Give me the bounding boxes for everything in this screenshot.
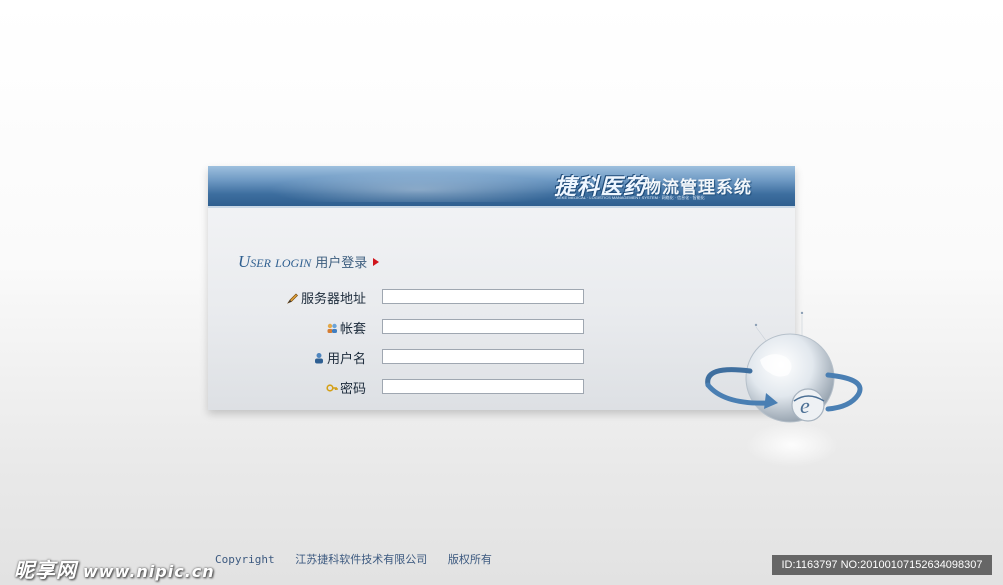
password-row: 密码 [208, 378, 608, 397]
banner-tagline: JIEKE MEDICAL · LOGISTICS MANAGEMENT SYS… [556, 195, 705, 200]
account-set-row: 帐套 [208, 318, 608, 337]
users-icon [327, 323, 337, 333]
server-address-row: 服务器地址 [208, 288, 608, 307]
watermark-url: www.nipic.cn [83, 562, 215, 581]
username-label-text: 用户名 [326, 352, 366, 367]
server-address-input[interactable] [382, 289, 584, 304]
site-watermark: 昵享网 www.nipic.cn [14, 554, 215, 583]
password-label-text: 密码 [339, 382, 366, 397]
server-address-label: 服务器地址 [287, 288, 366, 307]
red-arrow-icon [373, 258, 380, 266]
pencil-icon [287, 293, 298, 304]
globe-decoration: e [700, 305, 870, 475]
key-icon [326, 383, 338, 392]
rights-reserved: 版权所有 [447, 553, 492, 566]
copyright-word: Copyright [215, 553, 275, 566]
header-banner: 捷科医药 物流管理系统 JIEKE MEDICAL · LOGISTICS MA… [208, 166, 795, 208]
company-name: 江苏捷科软件技术有限公司 [295, 553, 428, 566]
login-title-en: User login [238, 252, 312, 271]
username-row: 用户名 [208, 348, 608, 367]
server-address-label-text: 服务器地址 [300, 292, 366, 307]
watermark-site-name: 昵享网 [14, 558, 77, 582]
password-input[interactable] [382, 379, 584, 394]
banner-decoration [268, 172, 568, 202]
password-label: 密码 [326, 378, 366, 397]
login-heading: User login 用户登录 [238, 252, 380, 272]
username-label: 用户名 [313, 348, 366, 367]
account-set-label-text: 帐套 [339, 322, 366, 337]
login-title-cn: 用户登录 [315, 256, 368, 271]
account-set-input[interactable] [382, 319, 584, 334]
image-id-badge: ID:1163797 NO:20100107152634098307 [772, 555, 992, 575]
user-icon [314, 352, 323, 363]
globe-icon: e [705, 311, 863, 467]
account-set-label: 帐套 [326, 318, 366, 337]
username-input[interactable] [382, 349, 584, 364]
copyright-footer: Copyright 江苏捷科软件技术有限公司 版权所有 [215, 551, 492, 567]
